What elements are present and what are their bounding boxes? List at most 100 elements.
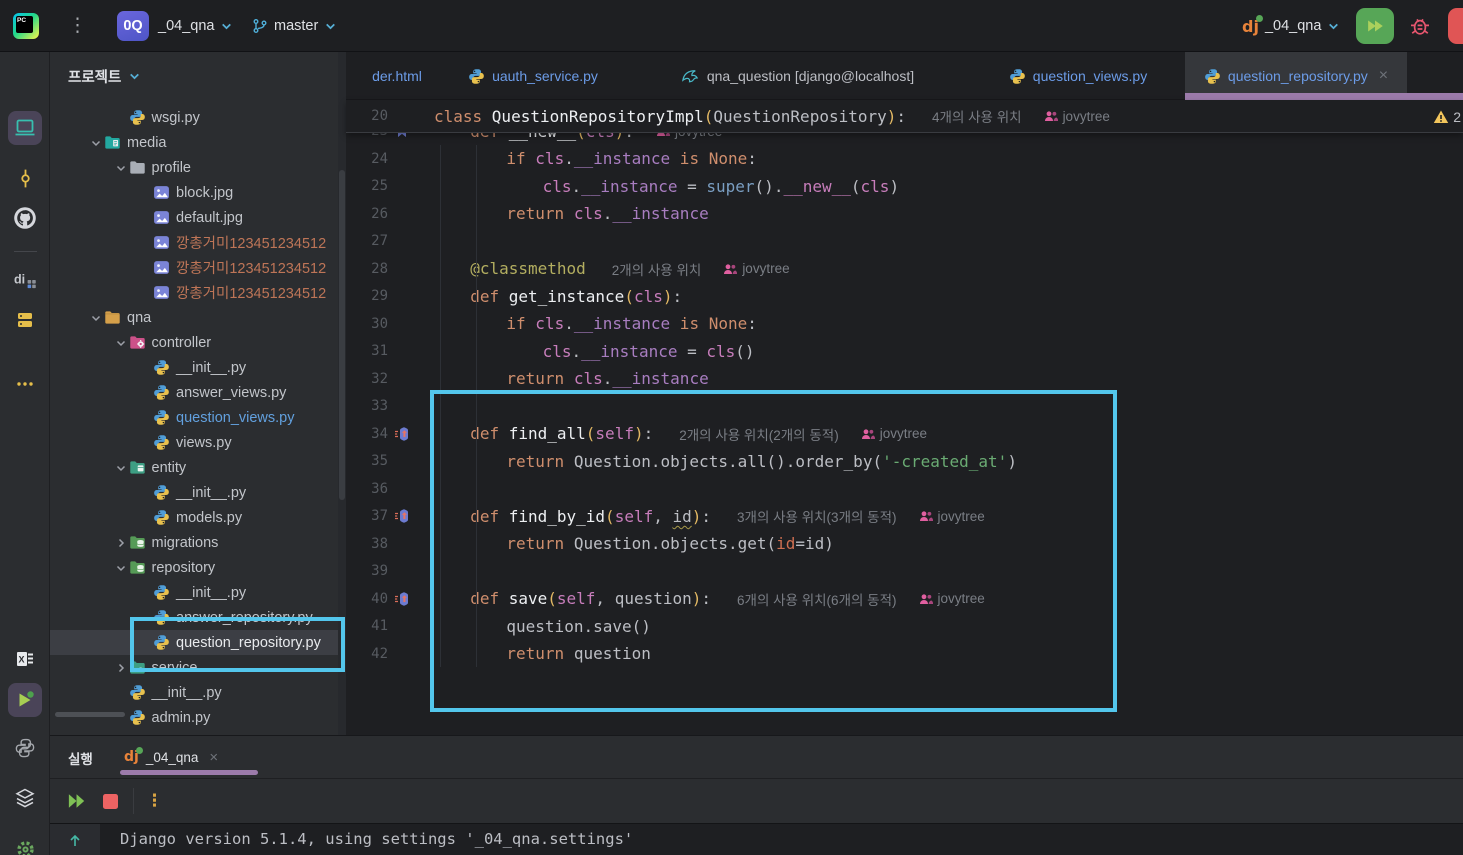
activity-button-settings-tool[interactable]: [8, 832, 42, 855]
code-line-41[interactable]: 41 question.save(): [346, 613, 1463, 641]
line-number[interactable]: 38: [346, 536, 388, 552]
stop-button[interactable]: [103, 793, 118, 809]
line-number[interactable]: 42: [346, 646, 388, 662]
chevron-expanded-icon[interactable]: [113, 560, 129, 576]
tree-item-controller[interactable]: controller: [50, 330, 346, 355]
run-config-widget[interactable]: dj _04_qna: [1236, 10, 1346, 42]
activity-button-commit-tool[interactable]: [8, 161, 42, 195]
tree-item-__init__.py[interactable]: __init__.py: [50, 580, 346, 605]
code-author-hint[interactable]: jovytree: [919, 591, 985, 606]
editor-tab-qna_question__django_localhost_[interactable]: qna_question [django@localhost]: [630, 52, 965, 100]
tree-item-question_views.py[interactable]: question_views.py: [50, 405, 346, 430]
tree-item-qna[interactable]: qna: [50, 305, 346, 330]
activity-button-excel-tool[interactable]: X: [8, 642, 42, 676]
line-number[interactable]: 33: [346, 398, 388, 414]
code-text[interactable]: def find_all(self):2개의 사용 위치(2개의 동적) jovy…: [470, 424, 927, 444]
tree-item-question_repository.py[interactable]: question_repository.py: [50, 630, 346, 655]
code-text[interactable]: cls. __instance = cls(): [543, 342, 755, 361]
tree-item-__init__.py[interactable]: __init__.py: [50, 480, 346, 505]
usages-inlay-hint[interactable]: 3개의 사용 위치(3개의 동적): [737, 506, 896, 526]
tree-item-answer_views.py[interactable]: answer_views.py: [50, 380, 346, 405]
rerun-button[interactable]: [1356, 8, 1394, 44]
tree-item-repository[interactable]: repository: [50, 555, 346, 580]
line-number[interactable]: 35: [346, 453, 388, 469]
code-author-hint[interactable]: jovytree: [723, 261, 790, 276]
editor-tab-der.html[interactable]: der.html: [347, 52, 447, 100]
tree-scrollbar-track[interactable]: [338, 52, 346, 735]
code-line-38[interactable]: 38 return Question.objects.get(id =id): [346, 530, 1463, 558]
tree-item-views.py[interactable]: views.py: [50, 430, 346, 455]
chevron-collapsed-icon[interactable]: [113, 535, 129, 551]
scroll-to-top-icon[interactable]: [67, 833, 83, 849]
stop-button[interactable]: [1448, 8, 1463, 44]
line-number[interactable]: 28: [346, 261, 388, 277]
line-number[interactable]: 41: [346, 618, 388, 634]
chevron-collapsed-icon[interactable]: [113, 660, 129, 676]
code-author-hint[interactable]: jovytree: [919, 509, 985, 524]
code-text[interactable]: return Question.objects.all().order_by('…: [506, 452, 1017, 471]
tree-item-__init__.py[interactable]: __init__.py: [50, 355, 346, 380]
code-line-25[interactable]: 25 cls. __instance = super (). __new__(cls): [346, 173, 1463, 201]
code-line-27[interactable]: 27: [346, 228, 1463, 256]
code-text[interactable]: return cls. __instance: [506, 369, 708, 388]
code-text[interactable]: def save(self, question):6개의 사용 위치(6개의 동…: [470, 589, 985, 609]
activity-button-di-plugin-tool[interactable]: di: [8, 262, 42, 296]
sticky-class-line[interactable]: 20 class QuestionRepositoryImpl(QuestionR…: [346, 100, 1463, 133]
activity-button-project-tool[interactable]: [8, 111, 42, 145]
line-number[interactable]: 24: [346, 151, 388, 167]
run-console[interactable]: Django version 5.1.4, using settings '_0…: [50, 823, 1463, 855]
code-line-24[interactable]: 24 if cls. __instance is None:: [346, 145, 1463, 173]
code-line-26[interactable]: 26 return cls. __instance: [346, 200, 1463, 228]
tree-item-admin.py[interactable]: admin.py: [50, 705, 346, 730]
line-number[interactable]: 32: [346, 371, 388, 387]
line-number[interactable]: 20: [346, 108, 388, 124]
chevron-expanded-icon[interactable]: [88, 310, 104, 326]
code-line-30[interactable]: 30 if cls. __instance is None:: [346, 310, 1463, 338]
line-number[interactable]: 25: [346, 178, 388, 194]
usages-inlay-hint[interactable]: 4개의 사용 위치: [932, 106, 1022, 126]
code-line-39[interactable]: 39: [346, 558, 1463, 586]
activity-button-python-packages-tool[interactable]: [8, 731, 42, 765]
activity-button-database-tool[interactable]: [8, 303, 42, 337]
code-text[interactable]: def find_by_id(self, id):3개의 사용 위치(3개의 동…: [470, 506, 985, 526]
main-menu-kebab-icon[interactable]: ⋮: [62, 10, 93, 42]
tree-item-answer_repository.py[interactable]: answer_repository.py: [50, 605, 346, 630]
chevron-expanded-icon[interactable]: [113, 160, 129, 176]
tree-item-service[interactable]: s service: [50, 655, 346, 680]
chevron-expanded-icon[interactable]: [113, 460, 129, 476]
chevron-expanded-icon[interactable]: [113, 335, 129, 351]
tree-item-profile[interactable]: profile: [50, 155, 346, 180]
tree-item-media[interactable]: media: [50, 130, 346, 155]
close-icon[interactable]: ×: [209, 749, 218, 766]
code-text[interactable]: @classmethod 2개의 사용 위치 jovytree: [470, 259, 789, 279]
tree-hscrollbar-thumb[interactable]: [55, 712, 125, 717]
tree-item-wsgi.py[interactable]: wsgi.py: [50, 105, 346, 130]
overridden-marker-icon[interactable]: [394, 426, 410, 442]
code-author-hint[interactable]: jovytree: [1044, 109, 1110, 124]
code-line-31[interactable]: 31 cls. __instance = cls(): [346, 338, 1463, 366]
overridden-marker-icon[interactable]: [394, 591, 410, 607]
line-number[interactable]: 40: [346, 591, 388, 607]
line-number[interactable]: 27: [346, 233, 388, 249]
project-panel-header[interactable]: 프로젝트: [68, 63, 141, 89]
code-text[interactable]: if cls. __instance is None:: [506, 314, 756, 333]
tree-item-default.jpg[interactable]: default.jpg: [50, 205, 346, 230]
more-options-kebab-icon[interactable]: ⋮: [146, 791, 163, 811]
overridden-marker-icon[interactable]: [394, 508, 410, 524]
line-number[interactable]: 34: [346, 426, 388, 442]
project-widget[interactable]: _04_qna: [152, 10, 239, 42]
code-text[interactable]: class QuestionRepositoryImpl(QuestionRep…: [434, 106, 1110, 126]
line-number[interactable]: 30: [346, 316, 388, 332]
line-number[interactable]: 36: [346, 481, 388, 497]
code-line-37[interactable]: 37 def find_by_id(self, id):3개의 사용 위치(3개의…: [346, 503, 1463, 531]
line-number[interactable]: 26: [346, 206, 388, 222]
tree-item-xxxx123451234512[interactable]: 깡총거미123451234512: [50, 230, 346, 255]
activity-button-services-tool[interactable]: [8, 781, 42, 815]
code-author-hint[interactable]: jovytree: [861, 426, 927, 441]
code-text[interactable]: return Question.objects.get(id =id): [506, 534, 834, 553]
tree-item-xxxx123451234512[interactable]: 깡총거미123451234512: [50, 280, 346, 305]
rerun-button[interactable]: [66, 791, 89, 811]
code-text[interactable]: cls. __instance = super (). __new__(cls): [543, 177, 899, 196]
activity-button-run-tool[interactable]: [8, 683, 42, 717]
code-line-35[interactable]: 35 return Question.objects.all().order_by…: [346, 448, 1463, 476]
